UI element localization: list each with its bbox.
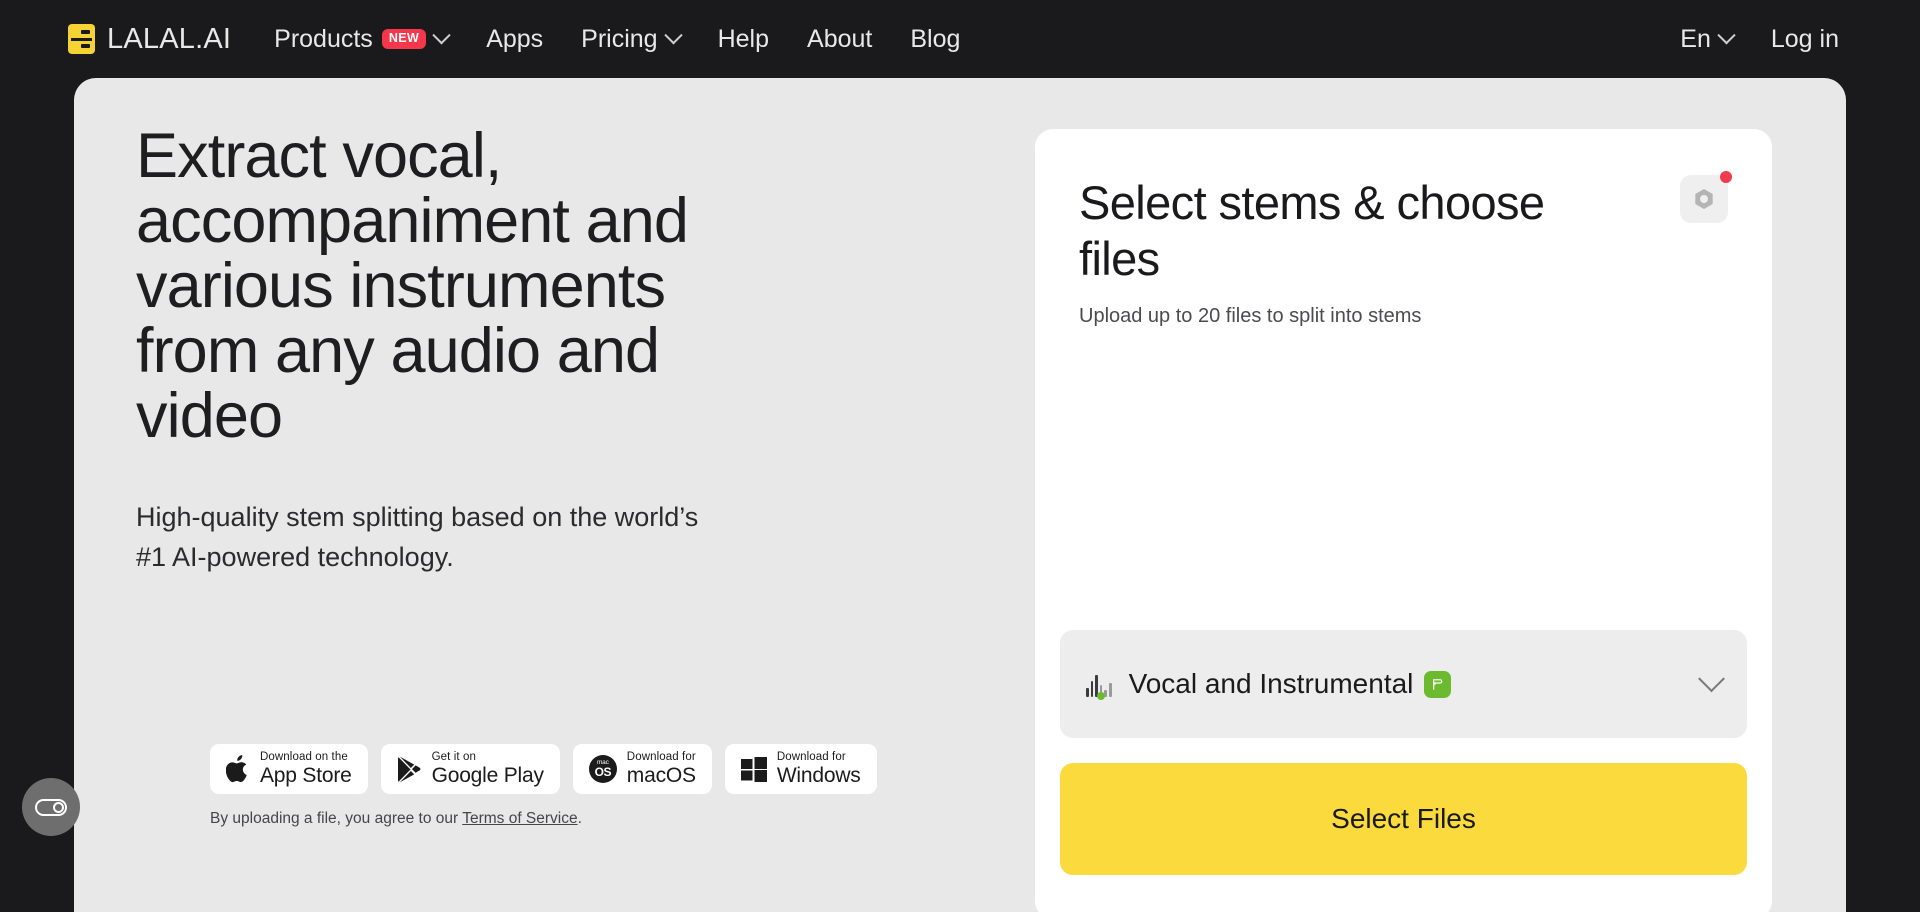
macos-big-label: macOS (626, 764, 696, 787)
hero-copy: Extract vocal, accompaniment and various… (136, 124, 836, 577)
brand-name: LALAL.AI (107, 22, 232, 55)
macos-download-button[interactable]: mac OS Download for macOS (572, 744, 712, 794)
login-button[interactable]: Log in (1752, 25, 1858, 54)
card-title: Select stems & choose files (1079, 176, 1545, 285)
login-label: Log in (1770, 24, 1839, 53)
notification-dot (1720, 171, 1732, 183)
nav-label-about: About (807, 24, 873, 53)
lalal-logo-icon (68, 24, 95, 54)
stem-selector-label: Vocal and Instrumental (1128, 668, 1414, 699)
cookie-consent-button[interactable] (22, 778, 80, 836)
terms-prefix: By uploading a file, you agree to our (210, 810, 463, 827)
nav-item-apps[interactable]: Apps (467, 25, 562, 54)
nav-item-blog[interactable]: Blog (891, 25, 979, 54)
new-badge: NEW (381, 29, 427, 49)
language-selector[interactable]: En (1661, 25, 1752, 54)
nav-item-products[interactable]: Products NEW (255, 25, 467, 54)
nav-label-help: Help (717, 24, 770, 53)
download-buttons: Download on the App Store Get it on Goog… (210, 744, 877, 794)
page-title: Extract vocal, accompaniment and various… (136, 121, 689, 451)
select-files-button[interactable]: Select Files (1060, 763, 1747, 875)
app-store-big-label: App Store (260, 764, 352, 787)
header-actions: En Log in (1661, 25, 1858, 54)
google-play-big-label: Google Play (431, 764, 544, 787)
terms-suffix: . (577, 810, 582, 827)
app-store-button[interactable]: Download on the App Store (210, 744, 368, 794)
nav-label-pricing: Pricing (581, 24, 658, 53)
nav-item-help[interactable]: Help (699, 25, 788, 54)
macos-icon: mac OS (588, 755, 617, 783)
nav-item-pricing[interactable]: Pricing (562, 25, 698, 54)
site-header: LALAL.AI Products NEW Apps Pricing Help … (0, 0, 1920, 78)
chevron-down-icon (432, 25, 451, 44)
hero-subtitle: High-quality stem splitting based on the… (136, 502, 699, 572)
nav-label-products: Products (274, 24, 373, 53)
upload-card: Select stems & choose files Upload up to… (1035, 129, 1772, 912)
chevron-down-icon (1698, 664, 1725, 692)
app-store-small-label: Download on the (260, 751, 348, 763)
macos-small-label: Download for (626, 751, 696, 763)
terms-notice: By uploading a file, you agree to our Te… (210, 810, 582, 828)
nav-item-about[interactable]: About (788, 25, 891, 54)
cookie-consent-icon (35, 798, 67, 816)
stem-selector-dropdown[interactable]: Vocal and Instrumental (1060, 630, 1747, 738)
waveform-icon (1086, 671, 1112, 700)
windows-big-label: Windows (776, 764, 861, 787)
windows-icon (740, 756, 767, 782)
google-play-icon (397, 756, 421, 782)
chevron-down-icon (1717, 25, 1736, 44)
google-play-button[interactable]: Get it on Google Play (380, 744, 560, 794)
apple-icon (226, 755, 247, 783)
google-play-small-label: Get it on (431, 751, 476, 763)
windows-download-button[interactable]: Download for Windows (724, 744, 877, 794)
nav-label-apps: Apps (486, 24, 544, 53)
nav-label-blog: Blog (910, 24, 961, 53)
language-label: En (1680, 24, 1711, 53)
gear-nut-icon (1695, 189, 1713, 209)
main-nav: Products NEW Apps Pricing Help About Blo… (255, 25, 979, 54)
page-stage: Extract vocal, accompaniment and various… (74, 78, 1846, 912)
terms-of-service-link[interactable]: Terms of Service (462, 810, 577, 827)
settings-button[interactable] (1680, 171, 1732, 223)
windows-small-label: Download for (776, 751, 846, 763)
card-subtitle: Upload up to 20 files to split into stem… (1079, 305, 1422, 327)
brand-logo[interactable]: LALAL.AI (68, 23, 231, 56)
chevron-down-icon (663, 25, 683, 44)
phoenix-model-icon (1424, 670, 1452, 698)
